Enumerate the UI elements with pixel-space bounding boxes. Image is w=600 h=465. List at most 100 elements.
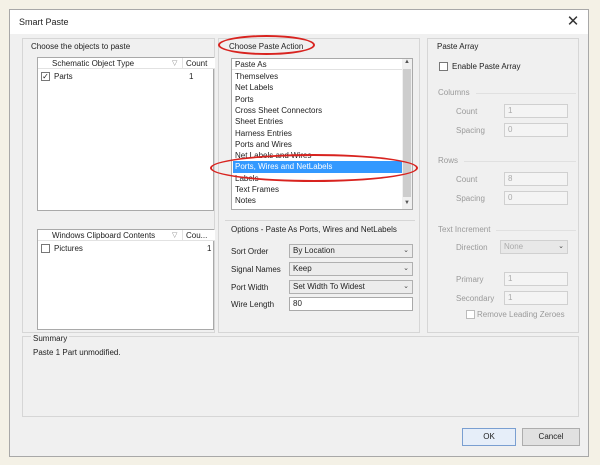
sort-order-select[interactable]: By Location ⌄: [289, 244, 413, 258]
options-divider: [225, 220, 415, 221]
summary-group: Summary Paste 1 Part unmodified.: [22, 334, 579, 417]
rows-count-label: Count: [456, 175, 478, 184]
direction-value: None: [504, 242, 524, 251]
cancel-button[interactable]: Cancel: [522, 428, 580, 446]
wire-length-label: Wire Length: [231, 300, 275, 309]
options-title: Options - Paste As Ports, Wires and NetL…: [231, 225, 397, 234]
paste-as-item[interactable]: Themselves: [233, 71, 403, 82]
remove-leading-zeroes-label: Remove Leading Zeroes: [477, 310, 565, 319]
pictures-checkbox[interactable]: [41, 244, 50, 253]
summary-text: Paste 1 Part unmodified.: [33, 348, 121, 357]
enable-paste-array-checkbox[interactable]: [439, 62, 448, 71]
port-width-select[interactable]: Set Width To Widest ⌄: [289, 280, 413, 294]
secondary-input[interactable]: 1: [504, 291, 568, 305]
scroll-down-icon[interactable]: ▼: [404, 200, 410, 206]
chevron-down-icon: ⌄: [403, 265, 409, 272]
paste-as-list[interactable]: Paste As Themselves Net Labels Ports Cross …: [231, 58, 413, 210]
rows-spacing-value: 0: [508, 193, 513, 202]
paste-as-item[interactable]: Net Labels and Wires: [233, 150, 403, 161]
clipboard-contents-column-header[interactable]: Windows Clipboard Contents: [38, 230, 183, 241]
paste-as-item[interactable]: Ports: [233, 94, 403, 105]
paste-as-item[interactable]: Labels: [233, 173, 403, 184]
clipboard-count-column-label: Cou...: [186, 231, 208, 240]
wire-length-input[interactable]: 80: [289, 297, 413, 311]
columns-spacing-input[interactable]: 0: [504, 123, 568, 137]
filter-icon[interactable]: ▽: [172, 59, 177, 67]
count-column-label: Count: [186, 59, 208, 68]
clipboard-count-column-header[interactable]: Cou...: [183, 230, 215, 241]
columns-spacing-value: 0: [508, 125, 513, 134]
columns-title: Columns: [438, 88, 470, 97]
direction-select[interactable]: None ⌄: [500, 240, 568, 254]
schematic-object-table[interactable]: Schematic Object Type ▽ Count ✓ Parts 1: [37, 57, 215, 211]
cancel-button-label: Cancel: [538, 432, 564, 441]
paste-as-item[interactable]: Notes: [233, 195, 403, 206]
table-row[interactable]: Pictures 1: [38, 243, 213, 254]
columns-count-input[interactable]: 1: [504, 104, 568, 118]
secondary-label: Secondary: [456, 294, 495, 303]
primary-input[interactable]: 1: [504, 272, 568, 286]
dialog-title: Smart Paste: [19, 17, 69, 27]
row-count: 1: [189, 72, 194, 81]
paste-as-item[interactable]: Cross Sheet Connectors: [233, 105, 403, 116]
scroll-up-icon[interactable]: ▲: [404, 59, 410, 65]
columns-spacing-label: Spacing: [456, 126, 485, 135]
paste-as-item[interactable]: Harness Entries: [233, 128, 403, 139]
schematic-type-column-label: Schematic Object Type: [52, 59, 135, 68]
signal-names-value: Keep: [293, 264, 312, 273]
enable-paste-array-label: Enable Paste Array: [452, 62, 521, 71]
rows-spacing-input[interactable]: 0: [504, 191, 568, 205]
paste-as-column-label: Paste As: [235, 60, 267, 69]
count-column-header[interactable]: Count: [183, 58, 215, 69]
smart-paste-dialog: Smart Paste ✕ Choose the objects to past…: [9, 9, 589, 457]
ok-button[interactable]: OK: [462, 428, 516, 446]
objects-group: Choose the objects to paste Schematic Ob…: [22, 38, 215, 333]
chevron-down-icon: ⌄: [558, 243, 564, 250]
clipboard-contents-column-label: Windows Clipboard Contents: [52, 231, 156, 240]
secondary-value: 1: [508, 293, 513, 302]
table-row[interactable]: ✓ Parts 1: [38, 71, 213, 82]
rows-count-input[interactable]: 8: [504, 172, 568, 186]
row-name: Pictures: [54, 244, 83, 253]
port-width-label: Port Width: [231, 283, 269, 292]
close-icon[interactable]: ✕: [564, 13, 582, 31]
rows-count-value: 8: [508, 174, 513, 183]
objects-group-title: Choose the objects to paste: [31, 42, 131, 51]
port-width-value: Set Width To Widest: [293, 282, 365, 291]
scroll-thumb[interactable]: [403, 69, 411, 197]
columns-count-value: 1: [508, 106, 513, 115]
columns-divider: [476, 93, 576, 94]
paste-as-scrollbar[interactable]: ▲ ▼: [402, 59, 412, 209]
remove-leading-zeroes-checkbox[interactable]: [466, 310, 475, 319]
paste-as-item[interactable]: Net Labels: [233, 82, 403, 93]
chevron-down-icon: ⌄: [403, 283, 409, 290]
chevron-down-icon: ⌄: [403, 247, 409, 254]
text-increment-divider: [496, 230, 576, 231]
signal-names-label: Signal Names: [231, 265, 281, 274]
sort-order-label: Sort Order: [231, 247, 269, 256]
wire-length-value: 80: [293, 299, 302, 308]
paste-as-column-header[interactable]: Paste As: [232, 59, 402, 70]
paste-as-item[interactable]: Ports and Wires: [233, 139, 403, 150]
rows-title: Rows: [438, 156, 459, 165]
schematic-type-column-header[interactable]: Schematic Object Type: [38, 58, 183, 69]
paste-action-group: Choose Paste Action Paste As Themselves N…: [218, 38, 420, 333]
clipboard-contents-table[interactable]: Windows Clipboard Contents ▽ Cou... Pict…: [37, 229, 215, 330]
title-bar: Smart Paste ✕: [10, 10, 588, 34]
paste-array-title: Paste Array: [437, 42, 479, 51]
row-count: 1: [207, 244, 212, 253]
primary-value: 1: [508, 274, 513, 283]
paste-action-group-title: Choose Paste Action: [229, 42, 304, 51]
rows-divider: [464, 161, 576, 162]
paste-as-item[interactable]: Text Frames: [233, 184, 403, 195]
paste-as-item[interactable]: Ports, Wires and NetLabels: [233, 161, 403, 173]
row-name: Parts: [54, 72, 73, 81]
filter-icon[interactable]: ▽: [172, 231, 177, 239]
rows-spacing-label: Spacing: [456, 194, 485, 203]
text-increment-title: Text Increment: [438, 225, 491, 234]
paste-as-item[interactable]: Sheet Entries: [233, 116, 403, 127]
parts-checkbox[interactable]: ✓: [41, 72, 50, 81]
signal-names-select[interactable]: Keep ⌄: [289, 262, 413, 276]
paste-array-group: Paste Array Enable Paste Array Columns C…: [427, 38, 579, 333]
columns-count-label: Count: [456, 107, 478, 116]
